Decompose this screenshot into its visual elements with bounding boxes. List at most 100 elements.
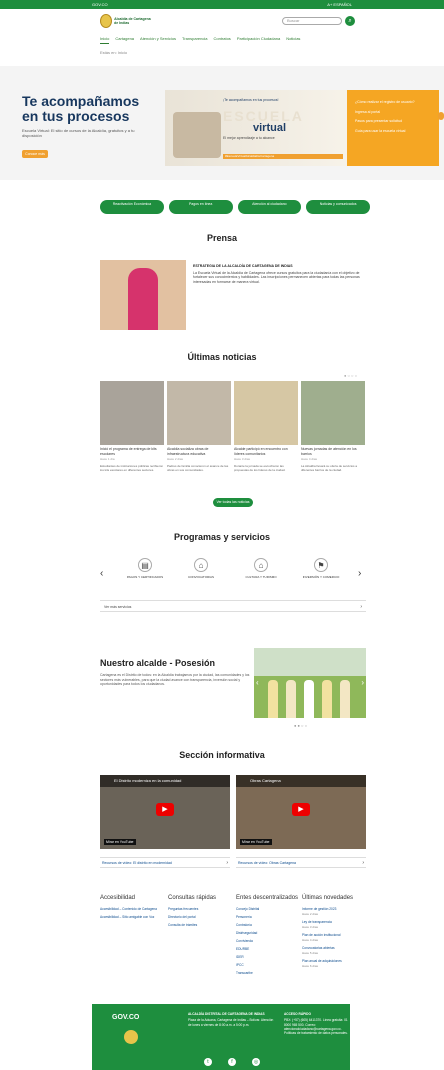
program-label: PAGOS Y CERTIFICADOS [126,575,164,579]
column-link[interactable]: Ley de transparencia [302,920,366,924]
program-item[interactable]: ⌂ CONVOCATORIAS [176,558,226,579]
column-link[interactable]: Accesibilidad – Contenido de Cartagena [100,907,164,911]
video-player[interactable]: El Distrito moderniza en la comunidad ▶ … [100,775,230,849]
program-label: CULTURA Y TURISMO [245,575,277,579]
news-pagination-dots[interactable]: ● ○ ○ ○ [344,373,357,378]
search-icon[interactable]: ⌕ [345,16,355,26]
quick-link-pagos[interactable]: Pagos en línea [168,200,233,214]
alcalde-pagination-dots[interactable]: ● ● ○ ○ [294,723,307,728]
nav-item-contratos[interactable]: Contratos [213,36,230,44]
escuela-virtual-banner[interactable]: ¡Te acompañamos en tus procesos! ESCUELA… [165,90,439,166]
instagram-icon[interactable]: ◎ [252,1058,260,1066]
all-news-button[interactable]: Ver todas las noticias [213,498,253,507]
alcalde-carousel-image[interactable]: ‹ › [254,648,366,718]
nav-item-noticias[interactable]: Noticias [286,36,300,44]
news-card[interactable]: Inició el programa de entrega de kits es… [100,381,164,472]
news-card[interactable]: Alcalde participó en encuentro con líder… [234,381,298,472]
nav-item-cartagena[interactable]: Cartagena [115,36,134,44]
language-link[interactable]: A+ ESPAÑOL [327,2,352,7]
play-icon[interactable]: ▶ [292,803,310,816]
column-link[interactable]: IPCC [236,963,300,967]
youtube-badge[interactable]: Mirar en YouTube [104,839,136,845]
alcalde-text: Cartagena es el Distrito de todos: en la… [100,673,250,686]
house-icon: ⌂ [254,558,268,572]
column-link[interactable]: Convocatorias abiertas [302,946,366,950]
column-link[interactable]: Consulta de trámites [168,923,232,927]
link-date: Hace 2 días [302,912,319,916]
video-resource-label: Recursos de vídeo: El distrito en modern… [102,861,172,865]
column-link[interactable]: Informe de gestión 2023 [302,907,366,911]
banner-list-item[interactable]: Ingresa al portal [355,110,435,115]
footer: GOV.CO ALCALDÍA DISTRITAL DE CARTAGENA D… [92,1004,350,1070]
play-icon[interactable]: ▶ [156,803,174,816]
govco-logo[interactable]: GOV.CO [112,1014,139,1021]
alcalde-image-person [322,680,332,718]
chevron-right-icon[interactable]: › [358,568,361,579]
footer-contact: ALCALDÍA DISTRITAL DE CARTAGENA DE INDIA… [188,1012,276,1027]
banner-list-item[interactable]: ¿Cómo realizar el registro de usuario? [355,100,435,105]
chevron-left-icon[interactable]: ‹ [256,678,259,687]
site-logo[interactable]: Alcaldía de Cartagena de Indias [100,13,152,29]
footer-rt-title: ACCESO RÁPIDO [284,1012,311,1016]
video-player[interactable]: Obras Cartagena ▶ Mirar en YouTube [236,775,366,849]
prensa-image[interactable] [100,260,186,330]
search-input[interactable]: Buscar [282,17,342,25]
alcalde-image-person [286,680,296,718]
column-link[interactable]: EDURBE [236,947,300,951]
column-link[interactable]: IDER [236,955,300,959]
chevron-right-icon[interactable]: › [361,678,364,687]
nav-item-participacion[interactable]: Participación Ciudadana [237,36,280,44]
column-link[interactable]: Corvivienda [236,939,300,943]
video-resource-link[interactable]: Recursos de vídeo: Obras Cartagena › [236,857,366,868]
column-link[interactable]: Preguntas frecuentes [168,907,232,911]
news-image [234,381,298,445]
video-title[interactable]: El Distrito moderniza en la comunidad [100,775,230,787]
carousel-next-icon[interactable] [438,112,444,120]
more-services-link[interactable]: Ver más servicios › [100,600,366,612]
prensa-headline[interactable]: ESTRATEGIA DE LA ALCALDÍA DE CARTAGENA D… [193,264,363,269]
chevron-right-icon: › [362,860,364,866]
program-item[interactable]: ⚑ INVERSIÓN Y COMERCIO [296,558,346,579]
nav-item-inicio[interactable]: Inicio [100,36,110,44]
column-link[interactable]: Concejo Distrital [236,907,300,911]
youtube-badge[interactable]: Mirar en YouTube [240,839,272,845]
banner-list-item[interactable]: Guía para usar la escuela virtual [355,129,435,134]
news-card[interactable]: Nuevas jornadas de atención en los barri… [301,381,365,472]
news-title[interactable]: Alcaldía socializa obras de infraestruct… [167,447,231,456]
quick-link-noticias[interactable]: Noticias y comunicados [306,200,370,214]
column-link[interactable]: Accesibilidad – Sitio amigable con Voz [100,915,164,919]
video-resource-link[interactable]: Recursos de vídeo: El distrito en modern… [100,857,230,868]
column-title: Accesibilidad [100,895,136,901]
video-title[interactable]: Obras Cartagena [236,775,366,787]
top-bar: GOV.CO A+ ESPAÑOL [0,0,444,9]
chevron-left-icon[interactable]: ‹ [100,568,103,579]
column-link[interactable]: Plan anual de adquisiciones [302,959,366,963]
banner-top-text: ¡Te acompañamos en tus procesos! [223,98,279,102]
prensa-text-block: ESTRATEGIA DE LA ALCALDÍA DE CARTAGENA D… [193,264,363,284]
twitter-icon[interactable]: t [204,1058,212,1066]
column-link[interactable]: Directorio del portal [168,915,232,919]
govco-link[interactable]: GOV.CO [92,2,108,7]
column-link[interactable]: Contraloría [236,923,300,927]
column-link[interactable]: Personería [236,915,300,919]
quick-link-reactivacion[interactable]: Reactivación Económica [100,200,164,214]
hero-button[interactable]: Conoce más [22,150,48,158]
alcalde-image-person [340,680,350,718]
program-item[interactable]: ⌂ CULTURA Y TURISMO [236,558,286,579]
news-title[interactable]: Nuevas jornadas de atención en los barri… [301,447,365,456]
news-image [100,381,164,445]
banner-list-item[interactable]: Pasos para presentar solicitud [355,119,435,124]
nav-item-atencion[interactable]: Atención y Servicios [140,36,176,44]
column-link[interactable]: Distriseguridad [236,931,300,935]
column-link[interactable]: Transcaribe [236,971,300,975]
program-item[interactable]: ▤ PAGOS Y CERTIFICADOS [120,558,170,579]
truck-icon: ⚑ [314,558,328,572]
news-date: Hace 2 días [167,457,184,461]
news-title[interactable]: Inició el programa de entrega de kits es… [100,447,164,456]
news-card[interactable]: Alcaldía socializa obras de infraestruct… [167,381,231,472]
column-link[interactable]: Plan de acción institucional [302,933,366,937]
news-title[interactable]: Alcalde participó en encuentro con líder… [234,447,298,456]
nav-item-transparencia[interactable]: Transparencia [182,36,207,44]
quick-link-atencion[interactable]: Atención al ciudadano [237,200,302,214]
facebook-icon[interactable]: f [228,1058,236,1066]
